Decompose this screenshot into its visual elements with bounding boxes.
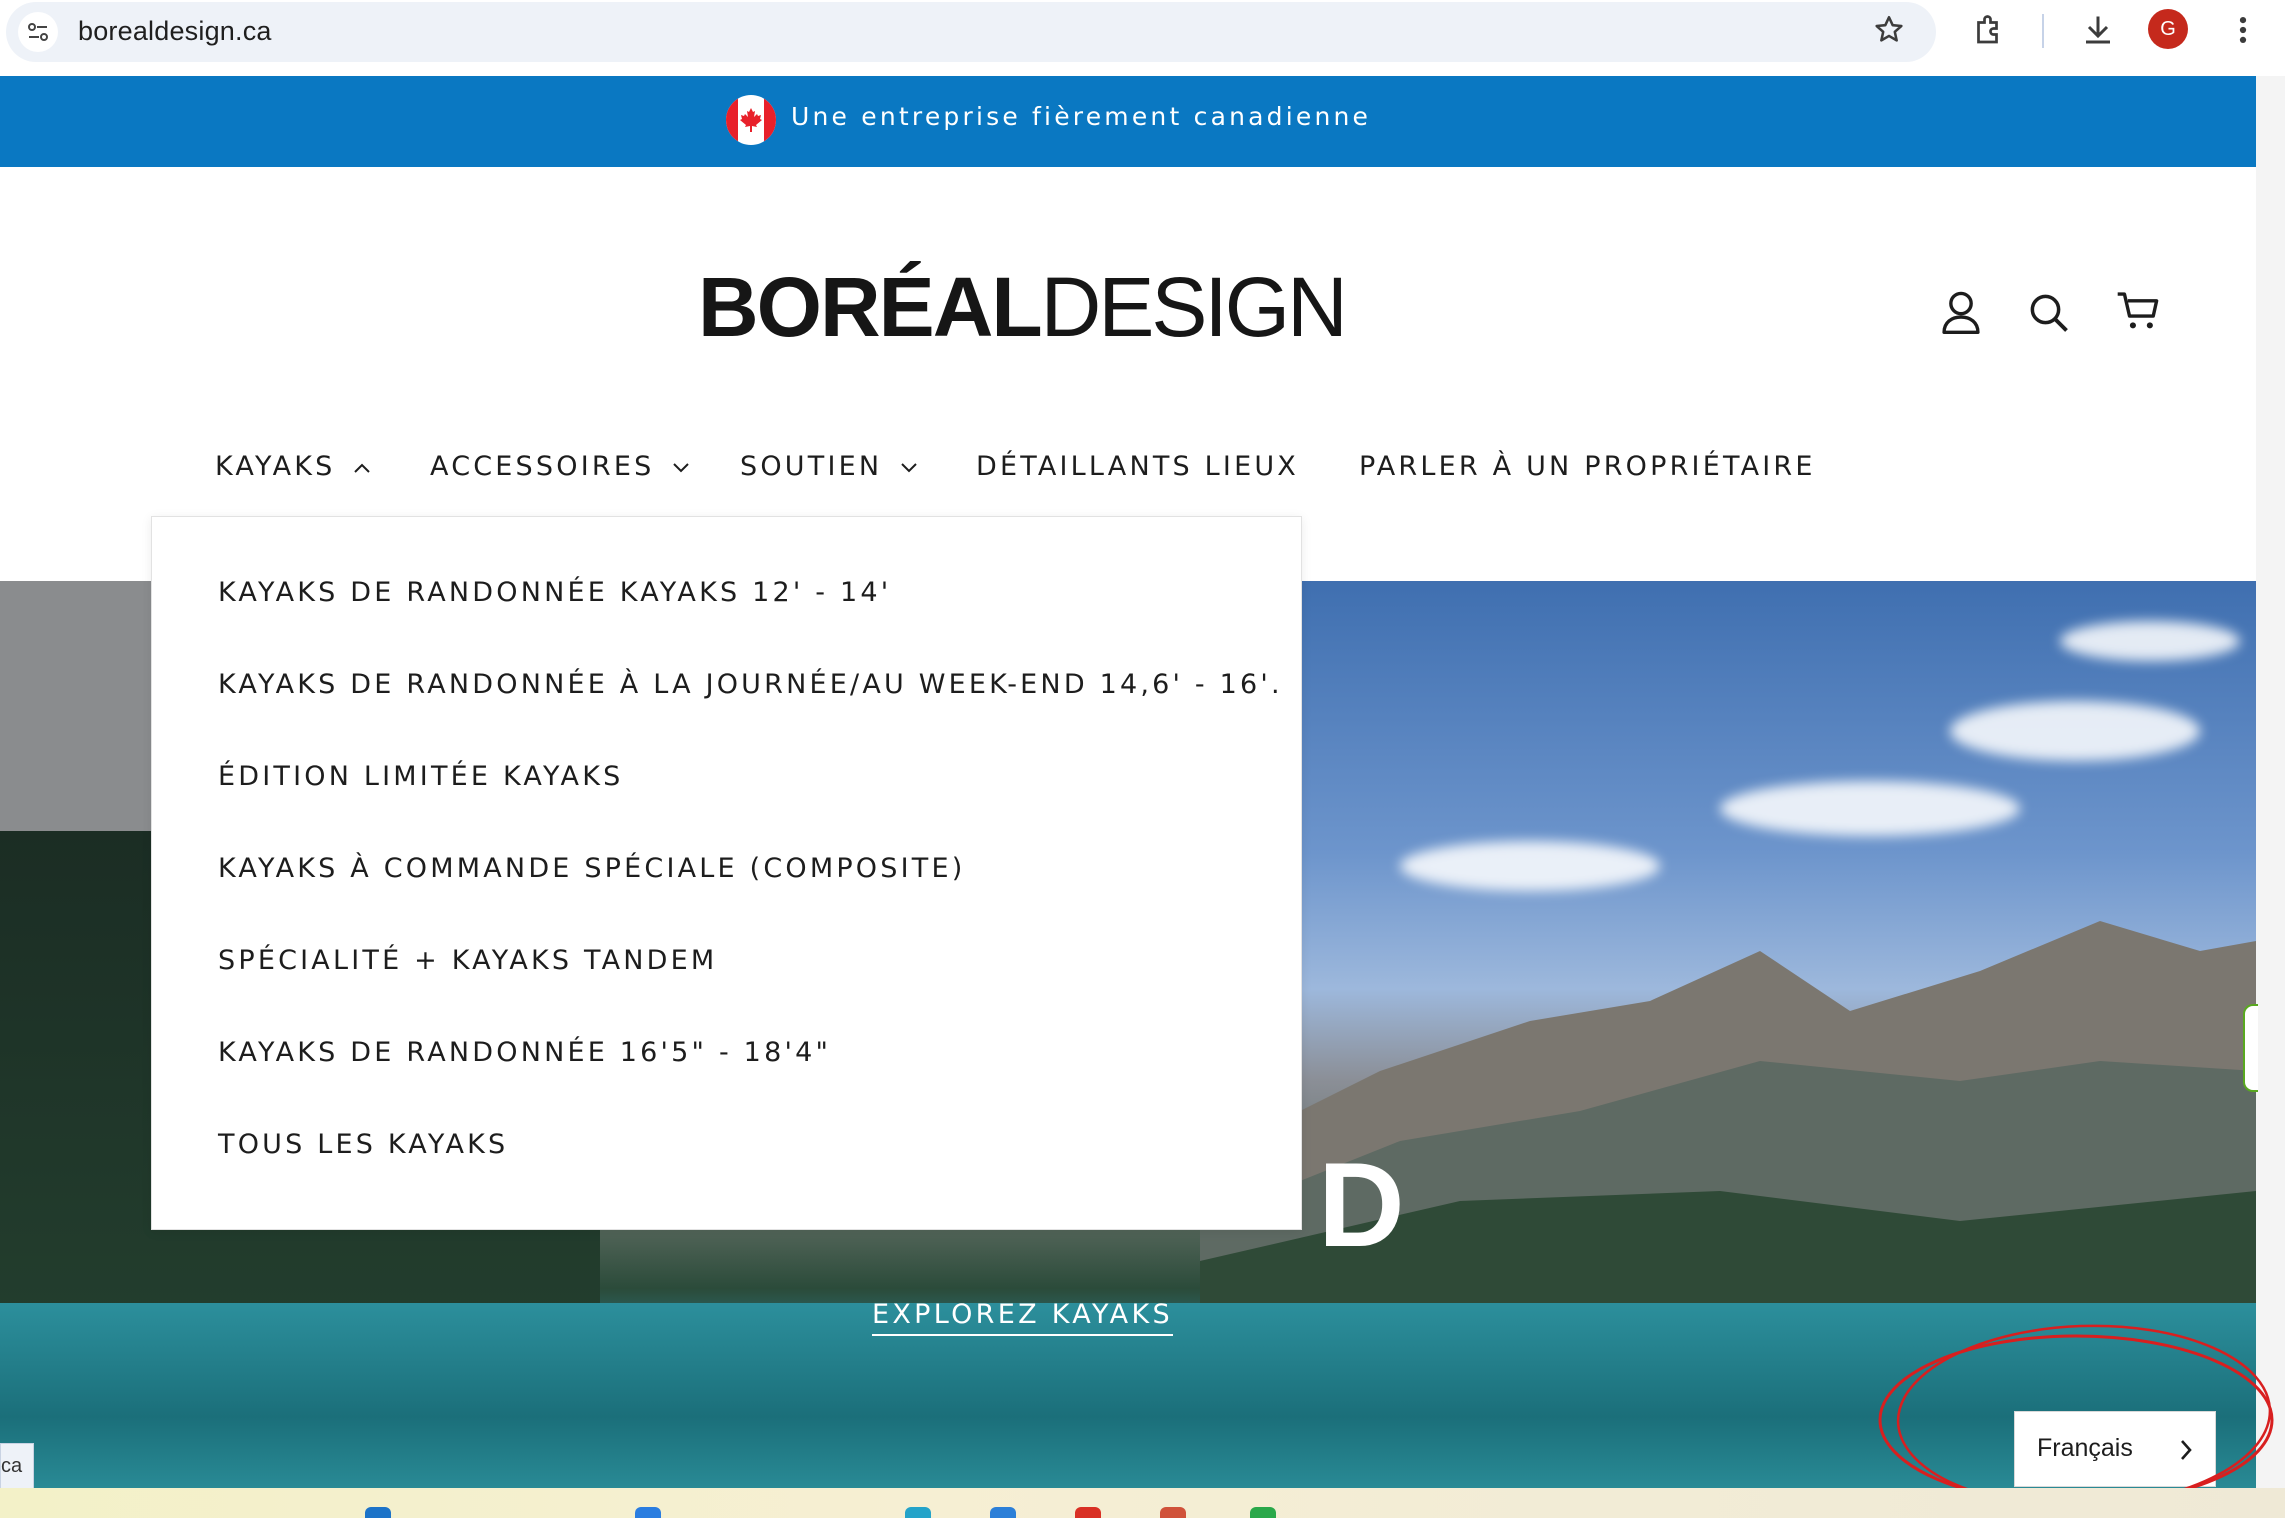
bookmark-star-icon[interactable]	[1872, 13, 1906, 47]
cloud	[2060, 621, 2240, 661]
site-logo[interactable]: BORÉALDESIGN	[698, 260, 1348, 354]
nav-soutien-label: SOUTIEN	[740, 451, 883, 482]
logo-strong: BORÉAL	[698, 260, 1043, 354]
chevron-down-icon	[901, 462, 917, 472]
toolbar-separator	[2042, 14, 2044, 48]
download-icon[interactable]	[2080, 12, 2116, 48]
taskbar-app-icon[interactable]	[635, 1507, 661, 1518]
search-icon[interactable]	[2028, 292, 2070, 334]
explore-kayaks-link[interactable]: EXPLOREZ KAYAKS	[872, 1299, 1173, 1336]
cloud	[1950, 701, 2200, 761]
dropdown-item-tous-les-kayaks[interactable]: TOUS LES KAYAKS	[218, 1129, 508, 1160]
dropdown-item-edition-limitee[interactable]: ÉDITION LIMITÉE KAYAKS	[218, 761, 623, 792]
dropdown-item-journee-weekend[interactable]: KAYAKS DE RANDONNÉE À LA JOURNÉE/AU WEEK…	[218, 669, 1283, 700]
scrollbar-gutter[interactable]	[2256, 76, 2285, 1518]
taskbar-app-icon[interactable]	[1250, 1507, 1276, 1518]
taskbar-app-icon[interactable]	[905, 1507, 931, 1518]
chevron-down-icon	[673, 462, 689, 472]
chevron-up-icon	[354, 463, 371, 473]
kayaks-dropdown-menu: KAYAKS DE RANDONNÉE KAYAKS 12' - 14' KAY…	[151, 516, 1302, 1230]
nav-kayaks[interactable]: KAYAKS	[215, 451, 371, 482]
accessibility-widget[interactable]	[2243, 1004, 2258, 1092]
dropdown-item-rando-12-14[interactable]: KAYAKS DE RANDONNÉE KAYAKS 12' - 14'	[218, 577, 891, 608]
more-vert-icon[interactable]	[2228, 13, 2258, 47]
announcement-text: Une entreprise fièrement canadienne	[791, 102, 1372, 131]
logo-light: DESIGN	[1040, 260, 1348, 354]
nav-accessoires-label: ACCESSOIRES	[430, 451, 655, 482]
extensions-icon[interactable]	[1971, 12, 2007, 48]
dropdown-item-specialite-tandem[interactable]: SPÉCIALITÉ + KAYAKS TANDEM	[218, 945, 717, 976]
hero-heading-partial: D	[1318, 1138, 1407, 1272]
nav-accessoires[interactable]: ACCESSOIRES	[430, 451, 690, 482]
nav-kayaks-label: KAYAKS	[215, 451, 336, 482]
nav-soutien[interactable]: SOUTIEN	[740, 451, 918, 482]
windows-start-icon[interactable]	[365, 1507, 391, 1518]
site-info-icon[interactable]	[18, 12, 58, 52]
taskbar-chrome-icon[interactable]	[1160, 1507, 1186, 1518]
nav-detaillants[interactable]: DÉTAILLANTS LIEUX	[976, 451, 1299, 482]
account-icon[interactable]	[1940, 290, 1982, 334]
taskbar-app-icon[interactable]	[990, 1507, 1016, 1518]
os-taskbar	[0, 1488, 2285, 1518]
canada-flag-icon	[726, 95, 776, 145]
taskbar-app-icon[interactable]	[1075, 1507, 1101, 1518]
cart-icon[interactable]	[2116, 290, 2160, 332]
dropdown-item-commande-speciale[interactable]: KAYAKS À COMMANDE SPÉCIALE (COMPOSITE)	[218, 853, 965, 884]
browser-toolbar: borealdesign.ca G	[0, 0, 2285, 76]
nav-parler-proprietaire[interactable]: PARLER À UN PROPRIÉTAIRE	[1359, 451, 1816, 482]
address-bar[interactable]: borealdesign.ca	[6, 2, 1936, 62]
profile-avatar[interactable]: G	[2148, 9, 2188, 49]
url-text[interactable]: borealdesign.ca	[78, 16, 272, 47]
cloud	[1720, 781, 2020, 836]
edge-tab-fragment: ca	[0, 1443, 34, 1489]
announcement-bar: Une entreprise fièrement canadienne	[0, 76, 2256, 167]
dropdown-item-rando-16-18[interactable]: KAYAKS DE RANDONNÉE 16'5" - 18'4"	[218, 1037, 831, 1068]
